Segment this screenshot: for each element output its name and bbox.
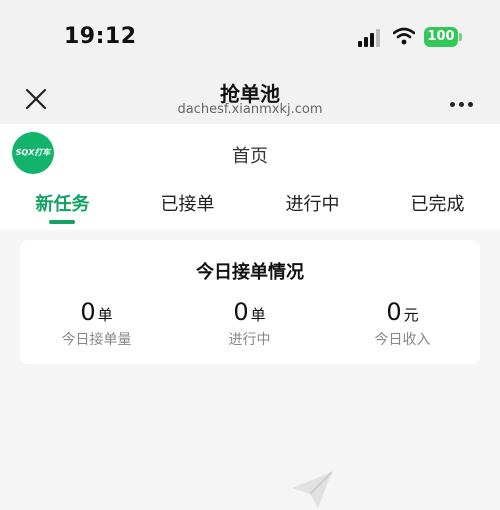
page-title: 首页 bbox=[232, 146, 268, 167]
stat-unit: 元 bbox=[403, 306, 419, 324]
tab-new-tasks[interactable]: 新任务 bbox=[0, 190, 125, 216]
tab-in-progress[interactable]: 进行中 bbox=[250, 190, 375, 216]
status-time: 19:12 bbox=[64, 24, 137, 49]
status-bar: 19:12 100 bbox=[0, 0, 500, 76]
stat-value: 0 bbox=[386, 298, 402, 326]
stat-label: 今日接单量 bbox=[61, 332, 132, 348]
signal-icon bbox=[358, 29, 380, 47]
tab-completed[interactable]: 已完成 bbox=[375, 190, 500, 216]
stat-value: 0 bbox=[80, 298, 96, 326]
stat-today-income: 0元 今日收入 bbox=[326, 298, 479, 349]
stat-in-progress: 0单 进行中 bbox=[173, 298, 326, 349]
tab-bar: 新任务 已接单 进行中 已完成 bbox=[0, 180, 500, 230]
stat-unit: 单 bbox=[97, 306, 113, 324]
tab-active-indicator bbox=[49, 220, 75, 224]
stat-value: 0 bbox=[233, 298, 249, 326]
stat-label: 进行中 bbox=[228, 332, 271, 348]
summary-card: 今日接单情况 0单 今日接单量 0单 进行中 0元 今日收入 bbox=[20, 240, 480, 364]
battery-cap bbox=[459, 33, 462, 41]
stat-unit: 单 bbox=[250, 306, 266, 324]
stat-today-orders: 0单 今日接单量 bbox=[20, 298, 173, 349]
nav-domain: dachesf.xianmxkj.com bbox=[177, 102, 323, 117]
more-icon[interactable] bbox=[450, 92, 480, 107]
summary-title: 今日接单情况 bbox=[196, 262, 304, 283]
tab-accepted[interactable]: 已接单 bbox=[125, 190, 250, 216]
paper-plane-icon bbox=[292, 471, 333, 508]
page-header: SQX打车 首页 bbox=[0, 124, 500, 180]
nav-bar: 抢单池 dachesf.xianmxkj.com bbox=[0, 76, 500, 124]
stat-label: 今日收入 bbox=[374, 332, 431, 348]
battery-icon: 100 bbox=[424, 27, 458, 47]
wifi-icon bbox=[393, 27, 415, 45]
